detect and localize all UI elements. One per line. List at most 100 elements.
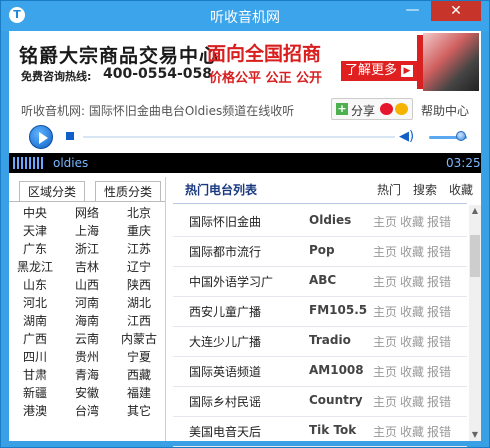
report-error-link[interactable]: 报错 [427, 213, 451, 230]
region-link[interactable]: 浙江 [67, 240, 107, 258]
region-link[interactable]: 青海 [67, 366, 107, 384]
region-link[interactable]: 网络 [67, 204, 107, 222]
station-row[interactable]: 美国电音天后 Tik Tok 主页 收藏 报错 [173, 417, 467, 447]
help-center-link[interactable]: 帮助中心 [421, 102, 469, 119]
station-name[interactable]: 国际英语频道 [189, 363, 297, 380]
scroll-up-icon[interactable]: ▲ [469, 205, 481, 217]
station-name[interactable]: 美国电音天后 [189, 423, 297, 440]
region-link[interactable]: 重庆 [119, 222, 159, 240]
station-name[interactable]: 大连少儿广播 [189, 333, 297, 350]
report-error-link[interactable]: 报错 [427, 363, 451, 380]
region-link[interactable]: 宁夏 [119, 348, 159, 366]
volume-knob[interactable] [456, 131, 466, 141]
region-link[interactable]: 新疆 [15, 384, 55, 402]
region-link[interactable]: 广东 [15, 240, 55, 258]
region-link[interactable]: 云南 [67, 330, 107, 348]
hot-link[interactable]: 热门 [377, 181, 401, 198]
station-row[interactable]: 大连少儿广播 Tradio 主页 收藏 报错 [173, 327, 467, 357]
station-row[interactable]: 中国外语学习广 ABC 主页 收藏 报错 [173, 267, 467, 297]
region-link[interactable]: 江苏 [119, 240, 159, 258]
region-link[interactable]: 山西 [67, 276, 107, 294]
favorite-link[interactable]: 收藏 [400, 213, 424, 230]
region-link[interactable]: 安徽 [67, 384, 107, 402]
tab-nature[interactable]: 性质分类 [95, 181, 161, 201]
search-link[interactable]: 搜索 [413, 181, 437, 198]
region-link[interactable]: 辽宁 [119, 258, 159, 276]
region-link[interactable]: 港澳 [15, 402, 55, 420]
region-link[interactable]: 山东 [15, 276, 55, 294]
station-name[interactable]: 国际怀旧金曲 [189, 213, 297, 230]
station-name[interactable]: 国际乡村民谣 [189, 393, 297, 410]
station-row[interactable]: 国际怀旧金曲 Oldies 主页 收藏 报错 [173, 207, 467, 237]
region-link[interactable]: 中央 [15, 204, 55, 222]
homepage-link[interactable]: 主页 [373, 213, 397, 230]
title-bar[interactable]: T 听收音机网 — ✕ [1, 1, 489, 31]
station-row[interactable]: 国际都市流行 Pop 主页 收藏 报错 [173, 237, 467, 267]
weibo-icon[interactable] [380, 103, 393, 115]
volume-icon[interactable]: ◀) [399, 130, 414, 144]
play-button[interactable] [29, 125, 53, 149]
homepage-link[interactable]: 主页 [373, 303, 397, 320]
station-row[interactable]: 国际乡村民谣 Country 主页 收藏 报错 [173, 387, 467, 417]
homepage-link[interactable]: 主页 [373, 243, 397, 260]
homepage-link[interactable]: 主页 [373, 273, 397, 290]
station-row[interactable]: 国际英语频道 AM1008 主页 收藏 报错 [173, 357, 467, 387]
region-link[interactable]: 湖北 [119, 294, 159, 312]
scrollbar[interactable]: ▲ ▼ [469, 205, 481, 441]
report-error-link[interactable]: 报错 [427, 243, 451, 260]
tab-area[interactable]: 区域分类 [19, 181, 85, 201]
region-link[interactable]: 上海 [67, 222, 107, 240]
region-link[interactable]: 贵州 [67, 348, 107, 366]
homepage-link[interactable]: 主页 [373, 393, 397, 410]
region-link[interactable]: 福建 [119, 384, 159, 402]
homepage-link[interactable]: 主页 [373, 333, 397, 350]
region-link[interactable]: 其它 [119, 402, 159, 420]
report-error-link[interactable]: 报错 [427, 273, 451, 290]
favorite-link[interactable]: 收藏 [400, 303, 424, 320]
region-link[interactable]: 河南 [67, 294, 107, 312]
share-button[interactable]: + 分享 [331, 98, 413, 120]
region-link[interactable]: 广西 [15, 330, 55, 348]
homepage-link[interactable]: 主页 [373, 363, 397, 380]
favorite-link[interactable]: 收藏 [400, 363, 424, 380]
region-link[interactable]: 北京 [119, 204, 159, 222]
report-error-link[interactable]: 报错 [427, 333, 451, 350]
qzone-icon[interactable] [395, 103, 408, 115]
stop-button[interactable] [66, 132, 74, 140]
favorites-link[interactable]: 收藏 [449, 181, 473, 198]
region-link[interactable]: 内蒙古 [119, 330, 159, 348]
minimize-button[interactable]: — [399, 1, 426, 21]
region-link[interactable]: 海南 [67, 312, 107, 330]
station-name[interactable]: 西安儿童广播 [189, 303, 297, 320]
station-row[interactable]: 西安儿童广播 FM105.5 主页 收藏 报错 [173, 297, 467, 327]
region-link[interactable]: 吉林 [67, 258, 107, 276]
report-error-link[interactable]: 报错 [427, 393, 451, 410]
close-button[interactable]: ✕ [431, 1, 481, 21]
region-link[interactable]: 甘肃 [15, 366, 55, 384]
region-link[interactable]: 天津 [15, 222, 55, 240]
favorite-link[interactable]: 收藏 [400, 273, 424, 290]
progress-track[interactable] [83, 136, 395, 138]
favorite-link[interactable]: 收藏 [400, 333, 424, 350]
region-link[interactable]: 台湾 [67, 402, 107, 420]
region-link[interactable]: 陕西 [119, 276, 159, 294]
station-code: AM1008 [309, 363, 364, 377]
region-link[interactable]: 江西 [119, 312, 159, 330]
favorite-link[interactable]: 收藏 [400, 393, 424, 410]
favorite-link[interactable]: 收藏 [400, 423, 424, 440]
scroll-down-icon[interactable]: ▼ [469, 429, 481, 441]
scrollbar-thumb[interactable] [470, 235, 480, 277]
station-name[interactable]: 国际都市流行 [189, 243, 297, 260]
region-link[interactable]: 湖南 [15, 312, 55, 330]
region-link[interactable]: 四川 [15, 348, 55, 366]
homepage-link[interactable]: 主页 [373, 423, 397, 440]
favorite-link[interactable]: 收藏 [400, 243, 424, 260]
region-link[interactable]: 西藏 [119, 366, 159, 384]
region-link[interactable]: 黑龙江 [15, 258, 55, 276]
station-name[interactable]: 中国外语学习广 [189, 273, 297, 290]
region-link[interactable]: 河北 [15, 294, 55, 312]
ad-banner[interactable]: 铭爵大宗商品交易中心 免费咨询热线: 400-0554-058 面向全国招商 价… [13, 33, 479, 91]
report-error-link[interactable]: 报错 [427, 303, 451, 320]
banner-title: 铭爵大宗商品交易中心 [19, 45, 220, 67]
report-error-link[interactable]: 报错 [427, 423, 451, 440]
